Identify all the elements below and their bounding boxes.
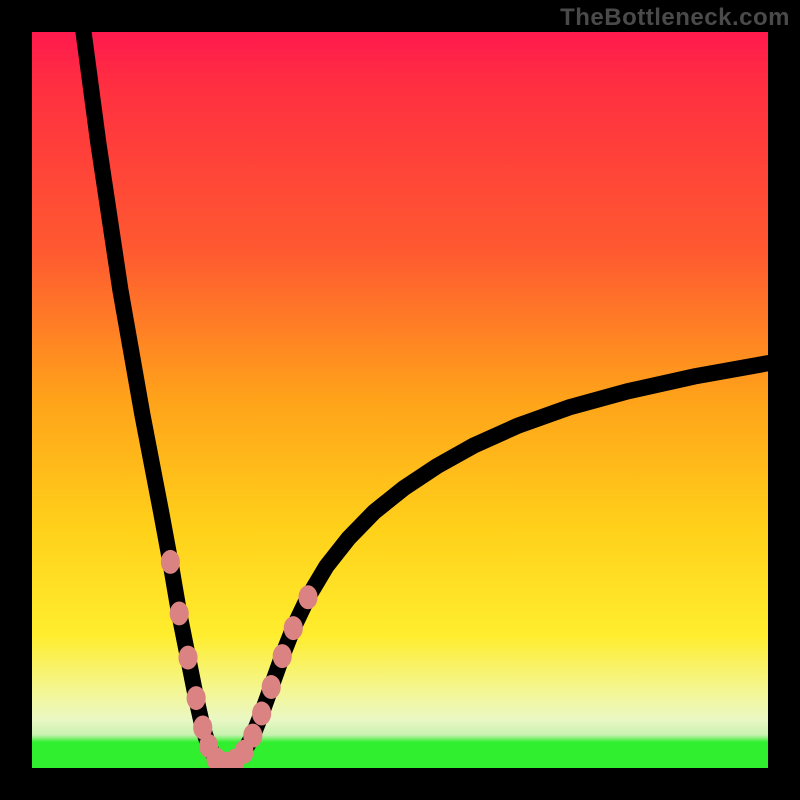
plot-area xyxy=(32,32,768,768)
bottleneck-curve-svg xyxy=(32,32,768,768)
watermark-text: TheBottleneck.com xyxy=(560,4,790,32)
curve-marker xyxy=(273,644,292,668)
chart-frame: TheBottleneck.com xyxy=(0,0,800,800)
curve-marker xyxy=(170,601,189,625)
curve-marker xyxy=(243,724,262,748)
curve-marker xyxy=(187,686,206,710)
curve-marker xyxy=(178,646,197,670)
curve-marker xyxy=(252,702,271,726)
curve-marker xyxy=(262,675,281,699)
curve-markers xyxy=(161,550,318,768)
curve-marker xyxy=(161,550,180,574)
curve-marker xyxy=(298,585,317,609)
curve-marker xyxy=(284,616,303,640)
